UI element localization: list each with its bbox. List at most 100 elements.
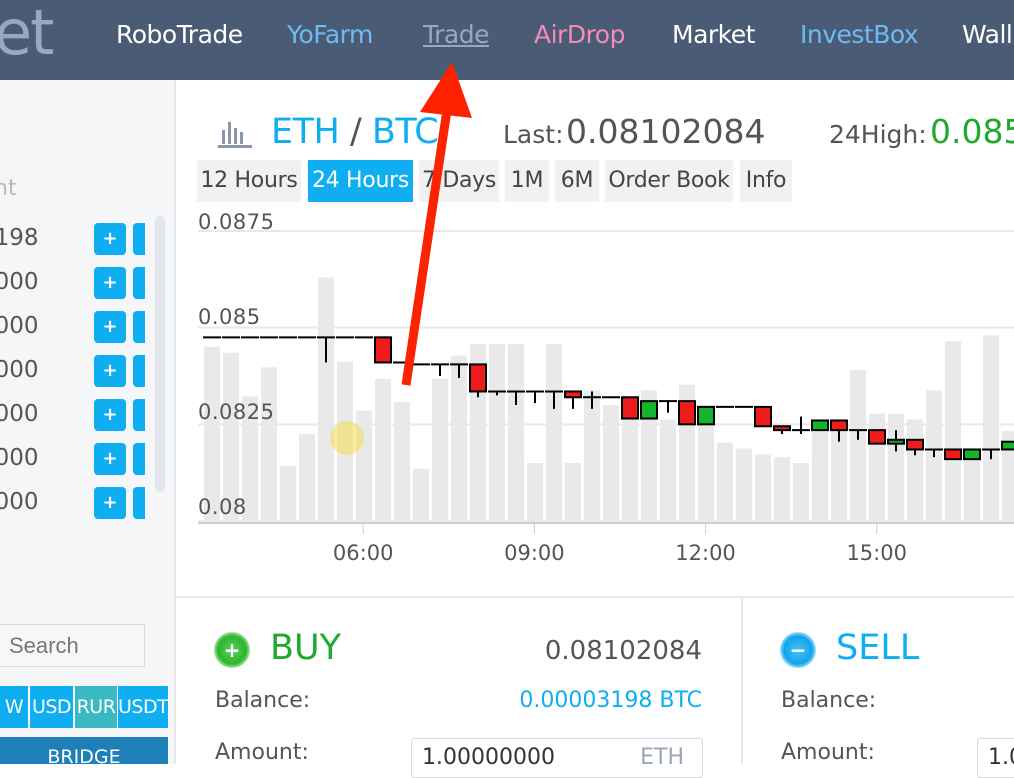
- candle-body: [963, 448, 981, 461]
- candle-body: [830, 419, 848, 432]
- tab-24-hours[interactable]: 24 Hours: [308, 160, 413, 202]
- balance-amount: 3198: [0, 225, 39, 251]
- chart-bars-icon[interactable]: [218, 118, 252, 148]
- deposit-plus-button[interactable]: +: [94, 399, 126, 431]
- currency-tab-w[interactable]: W: [0, 686, 28, 728]
- withdraw-button[interactable]: [133, 443, 145, 475]
- candle-body: [906, 438, 924, 451]
- bridge-button[interactable]: BRIDGE: [0, 737, 168, 764]
- volume-bar: [850, 370, 866, 521]
- pair-separator: /: [349, 112, 362, 152]
- deposit-plus-button[interactable]: +: [94, 487, 126, 519]
- nav-item-trade[interactable]: Trade: [423, 20, 489, 49]
- balance-row: 0000 +: [0, 487, 174, 519]
- volume-bar: [660, 419, 676, 521]
- price-chart[interactable]: 0.0875 0.085 0.0825 0.08 06:00 09:00 12:00…: [178, 205, 1014, 595]
- volume-bar: [812, 431, 828, 521]
- deposit-plus-button[interactable]: +: [94, 223, 126, 255]
- tab-7-days[interactable]: 7 Days: [419, 160, 499, 202]
- withdraw-button[interactable]: [133, 355, 145, 387]
- buy-balance-label: Balance:: [215, 688, 311, 713]
- 24h-high-value: 0.085: [930, 112, 1014, 151]
- deposit-plus-button[interactable]: +: [94, 267, 126, 299]
- tab-1m[interactable]: 1M: [505, 160, 549, 202]
- sell-amount-input[interactable]: 1.0: [977, 738, 1014, 778]
- nav-item-airdrop[interactable]: AirDrop: [534, 20, 625, 49]
- withdraw-button[interactable]: [133, 399, 145, 431]
- buy-amount-value: 1.00000000: [422, 745, 555, 770]
- deposit-plus-button[interactable]: +: [94, 355, 126, 387]
- balances-sidebar: nt 3198 +0000 +0000 +0000 +0000 +0000 +0000 + S…: [0, 80, 176, 764]
- currency-tab-usdt[interactable]: USDT: [118, 686, 169, 728]
- sell-balance-label: Balance:: [781, 688, 877, 713]
- y-tick-label: 0.0875: [198, 210, 275, 234]
- nav-item-market[interactable]: Market: [672, 20, 755, 49]
- tab-6m[interactable]: 6M: [555, 160, 599, 202]
- withdraw-button[interactable]: [133, 487, 145, 519]
- buy-amount-input[interactable]: 1.00000000 ETH: [411, 738, 703, 778]
- tab-info[interactable]: Info: [740, 160, 792, 202]
- volume-bar: [888, 413, 904, 521]
- sell-amount-value: 1.0: [988, 745, 1014, 770]
- y-tick-label: 0.08: [198, 495, 247, 519]
- x-tick-label: 09:00: [504, 541, 565, 565]
- volume-bar: [603, 405, 619, 521]
- volume-bar: [793, 463, 809, 521]
- volume-bar: [261, 367, 277, 521]
- candle-body: [678, 400, 696, 426]
- pair-base[interactable]: ETH: [271, 112, 340, 152]
- balance-amount: 0000: [0, 357, 39, 383]
- volume-bar: [299, 434, 315, 521]
- volume-bar: [622, 416, 638, 521]
- volume-bar: [489, 344, 505, 521]
- balance-amount: 0000: [0, 313, 39, 339]
- volume-bar: [394, 402, 410, 521]
- currency-tab-usd[interactable]: USD: [30, 686, 73, 728]
- volume-bar: [774, 457, 790, 521]
- sidebar-scrollbar[interactable]: [155, 216, 165, 492]
- currency-tab-rur[interactable]: RUR: [75, 686, 117, 728]
- pair-quote[interactable]: BTC: [372, 112, 439, 152]
- nav-item-yofarm[interactable]: YoFarm: [287, 20, 373, 49]
- buy-sell-divider: [741, 598, 743, 764]
- candle-body: [773, 425, 791, 432]
- deposit-plus-button[interactable]: +: [94, 311, 126, 343]
- nav-item-investbox[interactable]: InvestBox: [800, 20, 919, 49]
- nav-item-wallets[interactable]: Wall: [962, 20, 1013, 49]
- y-tick-label: 0.0825: [198, 400, 275, 424]
- volume-bar: [983, 335, 999, 521]
- volume-bar: [584, 390, 600, 521]
- withdraw-button[interactable]: [133, 223, 145, 255]
- volume-bar: [318, 277, 334, 521]
- volume-bar: [546, 344, 562, 521]
- x-tick-label: 06:00: [332, 541, 394, 565]
- section-divider: [176, 596, 1014, 598]
- tab-12-hours[interactable]: 12 Hours: [197, 160, 301, 202]
- buy-balance-value[interactable]: 0.00003198 BTC: [519, 688, 702, 713]
- balance-row: 3198 +: [0, 223, 174, 255]
- withdraw-button[interactable]: [133, 311, 145, 343]
- deposit-plus-button[interactable]: +: [94, 443, 126, 475]
- buy-title: BUY: [270, 628, 342, 668]
- withdraw-button[interactable]: [133, 267, 145, 299]
- candle-body: [564, 390, 582, 399]
- column-header-amount: nt: [0, 176, 17, 201]
- balance-row: 0000 +: [0, 399, 174, 431]
- volume-bar: [432, 378, 448, 521]
- last-price-value: 0.08102084: [566, 112, 766, 151]
- search-input[interactable]: Search: [0, 624, 145, 667]
- volume-bar: [508, 344, 524, 521]
- tab-order-book[interactable]: Order Book: [605, 160, 733, 202]
- volume-bar: [451, 355, 467, 521]
- buy-price[interactable]: 0.08102084: [545, 636, 702, 666]
- y-tick-label: 0.085: [198, 305, 261, 329]
- candle-body: [621, 396, 639, 420]
- site-logo[interactable]: et: [0, 0, 54, 69]
- candle-body: [640, 400, 658, 420]
- nav-item-robotrade[interactable]: RoboTrade: [116, 20, 243, 49]
- candle-body: [811, 419, 829, 432]
- balance-row: 0000 +: [0, 267, 174, 299]
- volume-bar: [717, 442, 733, 521]
- buy-amount-label: Amount:: [215, 740, 309, 765]
- balance-row: 0000 +: [0, 355, 174, 387]
